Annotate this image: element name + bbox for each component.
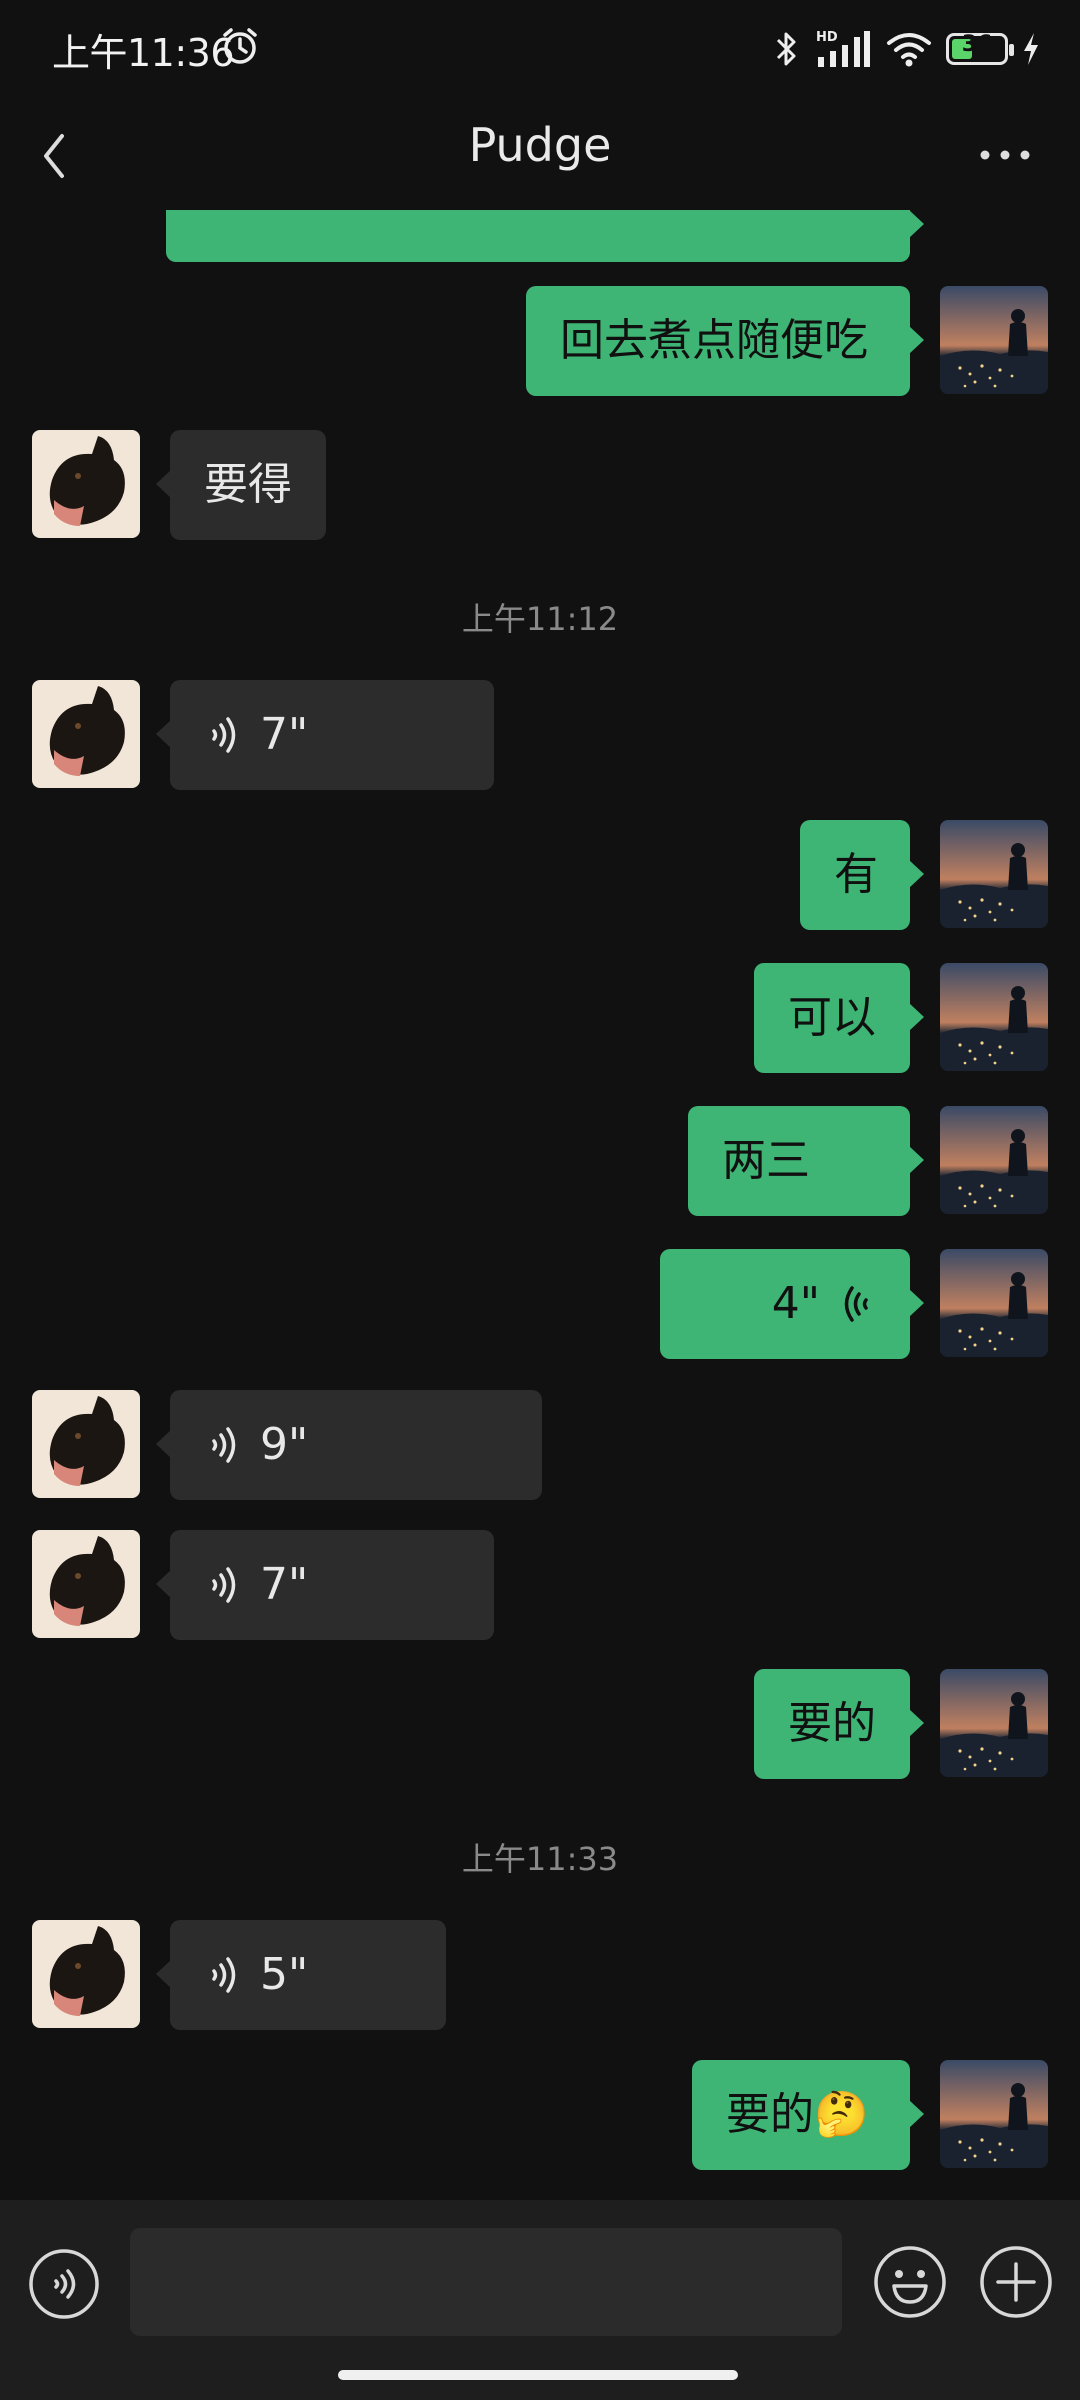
voice-wave-icon [212, 1427, 236, 1463]
voice-message-bubble[interactable]: 5" [156, 1920, 446, 2030]
voice-wave-icon [212, 1957, 236, 1993]
signal-icon: HD [816, 30, 870, 67]
voice-duration: 7" [260, 1559, 309, 1610]
my-avatar[interactable] [940, 2060, 1048, 2168]
my-avatar[interactable] [940, 1249, 1048, 1357]
emoji-icon[interactable] [872, 2244, 948, 2320]
bluetooth-icon [776, 32, 796, 66]
message-list[interactable]: 回去煮点随便吃 要得上午11:12 7" 有 可以 两三点? 4" [0, 210, 1080, 2200]
my-avatar[interactable] [940, 820, 1048, 928]
charging-icon [1024, 33, 1038, 65]
message-input[interactable] [130, 2228, 842, 2336]
voice-message-bubble[interactable]: 7" [156, 680, 494, 790]
thinking-emoji-icon: 🤔 [814, 2089, 869, 2140]
battery-icon: 36 [946, 32, 1014, 65]
contact-avatar[interactable] [32, 1920, 140, 2028]
message-timestamp: 上午11:33 [461, 1840, 619, 1878]
plus-icon[interactable] [978, 2244, 1054, 2320]
wifi-icon [887, 33, 931, 67]
message-text: 要的 [726, 2089, 814, 2140]
status-bar: 上午11:36 HD 36 [0, 0, 1080, 100]
voice-wave-icon [212, 1567, 236, 1603]
message-text: 有 [834, 849, 878, 900]
chat-header: Pudge [0, 100, 1080, 210]
voice-wave-icon [844, 1286, 868, 1322]
message-text: 可以 [788, 992, 876, 1043]
contact-avatar[interactable] [32, 680, 140, 788]
my-avatar[interactable] [940, 1669, 1048, 1777]
message-text: 要得 [204, 459, 292, 510]
status-icons: HD 36 [774, 24, 1040, 74]
text-message-bubble[interactable]: 可以 [754, 963, 924, 1073]
battery-level: 36 [961, 32, 993, 57]
voice-duration: 4" [771, 1278, 820, 1329]
more-icon[interactable] [970, 130, 1040, 180]
my-avatar[interactable] [940, 963, 1048, 1071]
voice-duration: 7" [260, 709, 309, 760]
message-timestamp: 上午11:12 [461, 600, 619, 638]
status-time: 上午11:36 [52, 31, 235, 75]
text-message-bubble[interactable]: 要得 [156, 430, 326, 540]
text-message-bubble[interactable]: 有 [800, 820, 924, 930]
chat-title: Pudge [468, 118, 612, 172]
message-text: 回去煮点随便吃 [560, 315, 868, 366]
contact-avatar[interactable] [32, 430, 140, 538]
my-avatar[interactable] [940, 286, 1048, 394]
partial-message-bubble[interactable] [166, 210, 924, 262]
home-indicator [338, 2370, 738, 2380]
voice-wave-icon [212, 717, 236, 753]
voice-message-bubble[interactable]: 7" [156, 1530, 494, 1640]
text-message-bubble[interactable]: 要的🤔 [692, 2060, 924, 2170]
my-avatar[interactable] [940, 1106, 1048, 1214]
voice-message-bubble[interactable]: 4" [660, 1249, 924, 1359]
voice-message-bubble[interactable]: 9" [156, 1390, 542, 1500]
contact-avatar[interactable] [32, 1390, 140, 1498]
message-text: 要的 [788, 1698, 876, 1749]
voice-input-icon[interactable] [28, 2248, 100, 2320]
network-label: HD [816, 30, 838, 45]
text-message-bubble[interactable]: 两三点? [688, 1106, 924, 1296]
voice-duration: 9" [260, 1419, 309, 1470]
voice-duration: 5" [260, 1949, 309, 2000]
text-message-bubble[interactable]: 要的 [754, 1669, 924, 1779]
text-message-bubble[interactable]: 回去煮点随便吃 [526, 286, 924, 396]
contact-avatar[interactable] [32, 1530, 140, 1638]
alarm-icon [223, 28, 257, 64]
